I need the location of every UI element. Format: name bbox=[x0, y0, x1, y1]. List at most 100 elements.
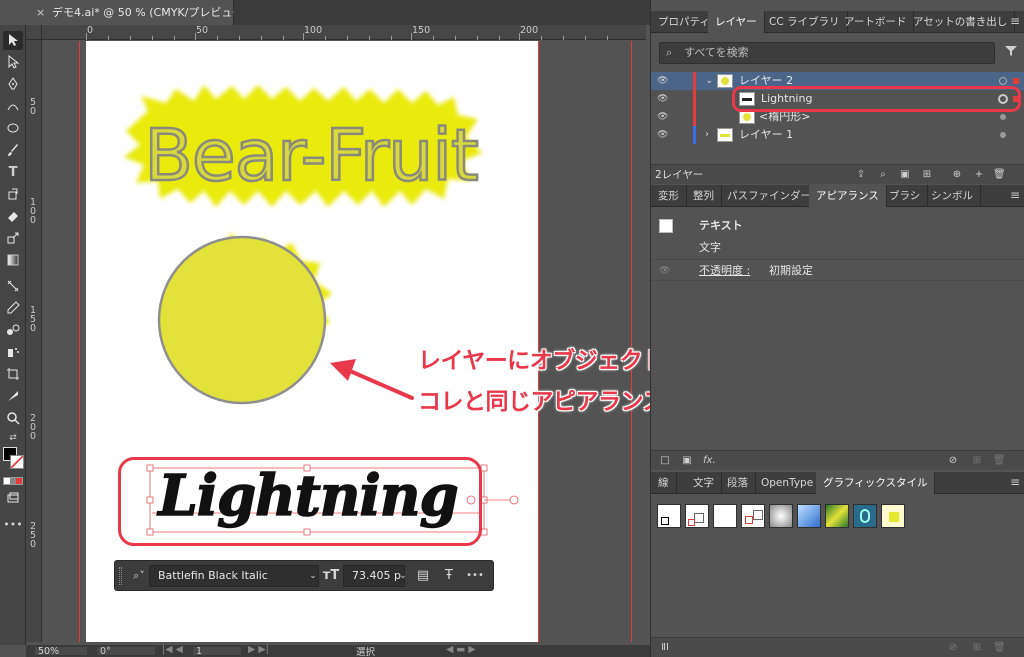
clear-appearance-icon[interactable]: ⊘ bbox=[947, 455, 959, 467]
trash-icon[interactable]: 🗑 bbox=[993, 455, 1006, 467]
graphic-style-default-text[interactable] bbox=[685, 504, 709, 528]
tab-layers[interactable]: レイヤー bbox=[708, 11, 765, 33]
artboard-nav-next-icon[interactable]: ▶ ▶| bbox=[248, 644, 269, 655]
close-tab-icon[interactable]: × bbox=[36, 0, 45, 25]
stroke-color-swatch[interactable] bbox=[10, 455, 24, 469]
clipping-mask-icon[interactable]: ▣ bbox=[899, 169, 911, 181]
tab-stroke[interactable]: 線 bbox=[651, 472, 677, 494]
chevron-down-icon[interactable]: ⌄ bbox=[303, 566, 323, 586]
ellipse-tool-icon[interactable] bbox=[3, 119, 23, 138]
curvature-tool-icon[interactable] bbox=[3, 97, 23, 116]
rotation-field[interactable]: 0° bbox=[96, 646, 156, 657]
chevron-right-icon[interactable]: › bbox=[705, 126, 709, 144]
libraries-icon[interactable]: ⅡⅠ bbox=[659, 642, 671, 654]
visibility-eye-icon[interactable]: 👁 bbox=[657, 90, 671, 108]
pen-tool-icon[interactable] bbox=[3, 75, 23, 94]
gradient-tool-icon[interactable] bbox=[3, 251, 23, 270]
selection-tool-icon[interactable] bbox=[3, 31, 23, 50]
panel-menu-icon[interactable]: ≡ bbox=[1009, 15, 1021, 28]
visibility-eye-icon[interactable]: 👁 bbox=[657, 126, 671, 144]
vertical-ruler[interactable]: 5 0 1 0 0 1 5 0 2 0 0 2 5 0 bbox=[26, 40, 42, 642]
status-scroll-icon[interactable]: ◀ ▬ ▶ bbox=[446, 644, 476, 655]
slice-tool-icon[interactable] bbox=[3, 387, 23, 406]
panel-menu-icon[interactable]: ≡ bbox=[1009, 476, 1021, 489]
graphic-style-outline[interactable] bbox=[741, 504, 765, 528]
ruler-origin[interactable] bbox=[26, 25, 42, 40]
blend-tool-icon[interactable] bbox=[3, 321, 23, 340]
color-mode-icons[interactable] bbox=[3, 477, 23, 485]
paragraph-icon[interactable]: ▤ bbox=[413, 566, 433, 586]
graphic-style-glow[interactable] bbox=[881, 504, 905, 528]
trash-icon[interactable]: 🗑 bbox=[993, 642, 1006, 654]
graphic-style-shadow[interactable] bbox=[769, 504, 793, 528]
paintbrush-tool-icon[interactable] bbox=[3, 141, 23, 160]
trash-icon[interactable]: 🗑 bbox=[993, 169, 1006, 181]
tab-paragraph[interactable]: 段落 bbox=[720, 472, 756, 494]
document-tab[interactable]: × デモ4.ai* @ 50 % (CMYK/プレビュー) bbox=[26, 0, 248, 25]
artboard-nav-prev-icon[interactable]: |◀ ◀ bbox=[162, 644, 183, 655]
drag-handle[interactable] bbox=[119, 567, 122, 585]
appearance-title-row[interactable]: テキスト bbox=[651, 215, 1024, 237]
tab-brushes[interactable]: ブラシ bbox=[882, 185, 929, 207]
scale-tool-icon[interactable] bbox=[3, 229, 23, 248]
zoom-field[interactable]: 50% bbox=[34, 646, 88, 657]
duplicate-item-icon[interactable]: ⊞ bbox=[971, 455, 983, 467]
symbol-sprayer-tool-icon[interactable] bbox=[3, 343, 23, 362]
layer-target-icon[interactable] bbox=[999, 77, 1007, 85]
more-tools-icon[interactable]: ••• bbox=[3, 515, 23, 534]
visibility-eye-icon[interactable]: 👁 bbox=[659, 260, 670, 282]
appearance-characters-row[interactable]: 文字 bbox=[651, 237, 1024, 259]
tab-symbols[interactable]: シンボル bbox=[924, 185, 981, 207]
tab-align[interactable]: 整列 bbox=[686, 185, 722, 207]
export-icon[interactable]: ⇪ bbox=[855, 169, 867, 181]
artboard-tool-icon[interactable] bbox=[3, 365, 23, 384]
tab-pathfinder[interactable]: パスファインダー bbox=[720, 185, 819, 207]
break-link-icon[interactable]: ⊘ bbox=[947, 642, 959, 654]
visibility-eye-icon[interactable]: 👁 bbox=[657, 108, 671, 126]
direct-selection-tool-icon[interactable] bbox=[3, 53, 23, 72]
graphic-style-white[interactable] bbox=[713, 504, 737, 528]
tab-appearance[interactable]: アピアランス bbox=[809, 185, 887, 207]
add-fill-icon[interactable]: ▣ bbox=[681, 455, 693, 467]
visibility-eye-icon[interactable]: 👁 bbox=[657, 72, 671, 90]
type-tool-icon[interactable]: T bbox=[3, 163, 23, 182]
tab-cc-libraries[interactable]: CC ライブラリ bbox=[762, 11, 848, 33]
layer-search-input[interactable]: ⌕ すべてを検索 bbox=[659, 42, 995, 64]
swap-colors-icon[interactable]: ⇄ bbox=[3, 429, 23, 448]
opacity-label[interactable]: 不透明度 : bbox=[699, 260, 750, 282]
font-search-icon[interactable]: ⌕˅ bbox=[129, 566, 149, 586]
zoom-tool-icon[interactable] bbox=[3, 409, 23, 428]
font-family-field[interactable]: Battlefin Black Italic bbox=[149, 565, 319, 587]
search-icon[interactable]: ⌕ bbox=[877, 169, 889, 181]
layer-row-layer1[interactable]: 👁 › レイヤー 1 bbox=[651, 126, 1024, 144]
mesh-tool-icon[interactable] bbox=[3, 277, 23, 296]
selection-indicator[interactable] bbox=[1013, 78, 1019, 84]
add-stroke-icon[interactable]: □ bbox=[659, 455, 671, 467]
new-sublayer-icon[interactable]: ⊞ bbox=[921, 169, 933, 181]
tab-artboards[interactable]: アートボード bbox=[837, 11, 915, 33]
screen-mode-icon[interactable] bbox=[3, 489, 23, 508]
tab-character[interactable]: 文字 bbox=[686, 472, 722, 494]
chevron-down-icon[interactable]: ⌄ bbox=[705, 72, 713, 90]
tab-asset-export[interactable]: アセットの書き出し bbox=[906, 11, 1016, 33]
eraser-tool-icon[interactable] bbox=[3, 207, 23, 226]
new-layer-icon[interactable]: ⊕ bbox=[951, 169, 963, 181]
rotate-tool-icon[interactable] bbox=[3, 185, 23, 204]
filter-icon[interactable] bbox=[1005, 45, 1017, 59]
appearance-opacity-row[interactable]: 👁 不透明度 : 初期設定 bbox=[651, 259, 1024, 281]
graphic-style-pattern[interactable] bbox=[825, 504, 849, 528]
tab-graphic-styles[interactable]: グラフィックスタイル bbox=[816, 472, 936, 494]
new-style-icon[interactable]: ⊞ bbox=[971, 642, 983, 654]
eyedropper-tool-icon[interactable] bbox=[3, 299, 23, 318]
panel-menu-icon[interactable]: ≡ bbox=[1009, 189, 1021, 202]
graphic-style-blue[interactable] bbox=[797, 504, 821, 528]
horizontal-ruler[interactable]: 0 50 100 150 200 bbox=[42, 25, 646, 40]
more-options-icon[interactable]: ••• bbox=[465, 566, 485, 586]
artboard-number-field[interactable]: 1 bbox=[192, 646, 242, 657]
layer-target-icon[interactable] bbox=[1000, 114, 1006, 120]
chevron-down-icon[interactable]: ⌄ bbox=[393, 566, 413, 586]
tab-transform[interactable]: 変形 bbox=[651, 185, 687, 207]
layer-target-icon[interactable] bbox=[1000, 132, 1006, 138]
graphic-style-scribble[interactable] bbox=[853, 504, 877, 528]
graphic-style-default[interactable] bbox=[657, 504, 681, 528]
